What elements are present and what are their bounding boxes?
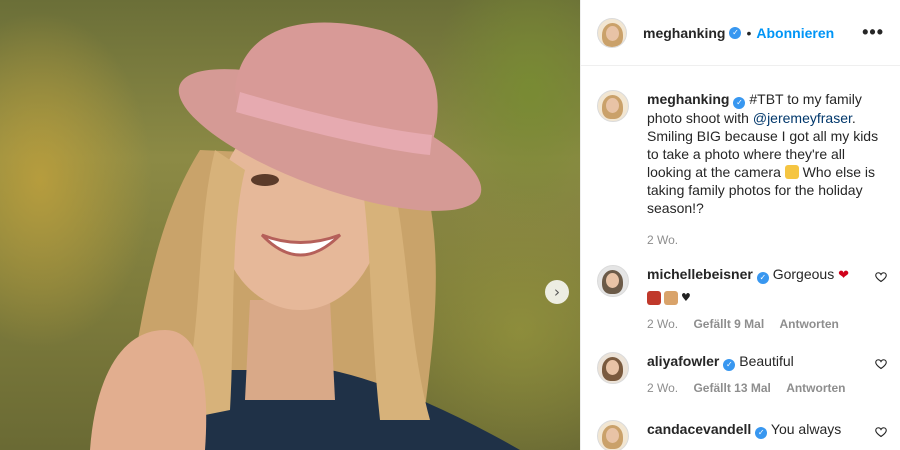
comment-emoji-line: ♥ xyxy=(647,289,887,307)
comment-item: aliyafowler ✓ Beautiful 2 Wo. Gefällt 13 … xyxy=(597,352,887,397)
author-avatar[interactable] xyxy=(597,17,627,48)
more-options-icon[interactable]: ••• xyxy=(862,22,884,43)
post-side-panel: meghanking ✓ • Abonnieren ••• meghanking… xyxy=(580,0,900,450)
post-caption: meghanking ✓ #TBT to my family photo shoo… xyxy=(581,66,900,249)
like-heart-icon[interactable] xyxy=(875,358,887,370)
mention-link[interactable]: @jeremeyfraser xyxy=(753,110,852,126)
commenter-avatar[interactable] xyxy=(597,352,629,384)
comment-body: candacevandell ✓ You always xyxy=(647,420,887,450)
verified-badge-icon: ✓ xyxy=(729,26,742,39)
hand xyxy=(90,330,207,450)
commenter-username[interactable]: aliyafowler xyxy=(647,353,719,369)
comment-meta: 2 Wo. Gefällt 13 Mal Antworten xyxy=(647,379,887,397)
caption-body: meghanking ✓ #TBT to my family photo shoo… xyxy=(647,90,884,249)
follow-button[interactable]: Abonnieren xyxy=(756,25,834,41)
chevron-right-icon: › xyxy=(554,282,560,301)
verified-badge-icon: ✓ xyxy=(755,427,768,439)
comment-likes[interactable]: Gefällt 9 Mal xyxy=(693,317,764,331)
author-username[interactable]: meghanking xyxy=(643,25,725,41)
heart-hands-emoji-icon xyxy=(647,291,661,305)
next-image-button[interactable]: › xyxy=(545,280,569,304)
comment-text: Beautiful xyxy=(739,353,794,369)
verified-badge-icon: ✓ xyxy=(733,97,746,109)
black-heart-emoji-icon: ♥ xyxy=(681,291,691,304)
comment-likes[interactable]: Gefällt 13 Mal xyxy=(693,381,770,395)
comment-timestamp[interactable]: 2 Wo. xyxy=(647,381,678,395)
woman-shrugging-emoji-icon xyxy=(784,165,799,179)
comment-text: Gorgeous xyxy=(772,266,835,282)
like-heart-icon[interactable] xyxy=(875,271,887,283)
verified-badge-icon: ✓ xyxy=(756,272,769,284)
comment-item: michellebeisner ✓ Gorgeous ❤ ♥ 2 Wo. Gefä… xyxy=(597,265,887,333)
like-heart-icon[interactable] xyxy=(875,426,887,438)
praying-hands-emoji-icon xyxy=(664,291,678,305)
reply-button[interactable]: Antworten xyxy=(786,381,845,395)
separator-dot: • xyxy=(746,24,752,41)
verified-badge-icon: ✓ xyxy=(723,359,736,371)
left-eye xyxy=(251,174,279,186)
comment-meta: 2 Wo. Gefällt 9 Mal Antworten xyxy=(647,315,887,333)
commenter-username[interactable]: michellebeisner xyxy=(647,266,753,282)
post-photo: › xyxy=(0,0,580,450)
photo-illustration xyxy=(90,22,520,450)
caption-avatar[interactable] xyxy=(597,90,629,122)
commenter-username[interactable]: candacevandell xyxy=(647,421,751,437)
commenter-avatar[interactable] xyxy=(597,420,629,450)
caption-username[interactable]: meghanking xyxy=(647,91,729,107)
reply-button[interactable]: Antworten xyxy=(780,317,839,331)
comment-item: candacevandell ✓ You always xyxy=(597,420,887,450)
comment-body: aliyafowler ✓ Beautiful 2 Wo. Gefällt 13 … xyxy=(647,352,887,397)
commenter-avatar[interactable] xyxy=(597,265,629,297)
comment-timestamp[interactable]: 2 Wo. xyxy=(647,317,678,331)
post-viewer: › meghanking ✓ • Abonnieren ••• meghanki… xyxy=(0,0,900,450)
neck xyxy=(245,300,335,400)
post-header: meghanking ✓ • Abonnieren ••• xyxy=(581,0,900,66)
comment-text: You always xyxy=(770,421,842,437)
caption-timestamp[interactable]: 2 Wo. xyxy=(647,231,884,249)
comment-body: michellebeisner ✓ Gorgeous ❤ ♥ 2 Wo. Gefä… xyxy=(647,265,887,333)
red-heart-emoji-icon: ❤ xyxy=(838,268,849,283)
